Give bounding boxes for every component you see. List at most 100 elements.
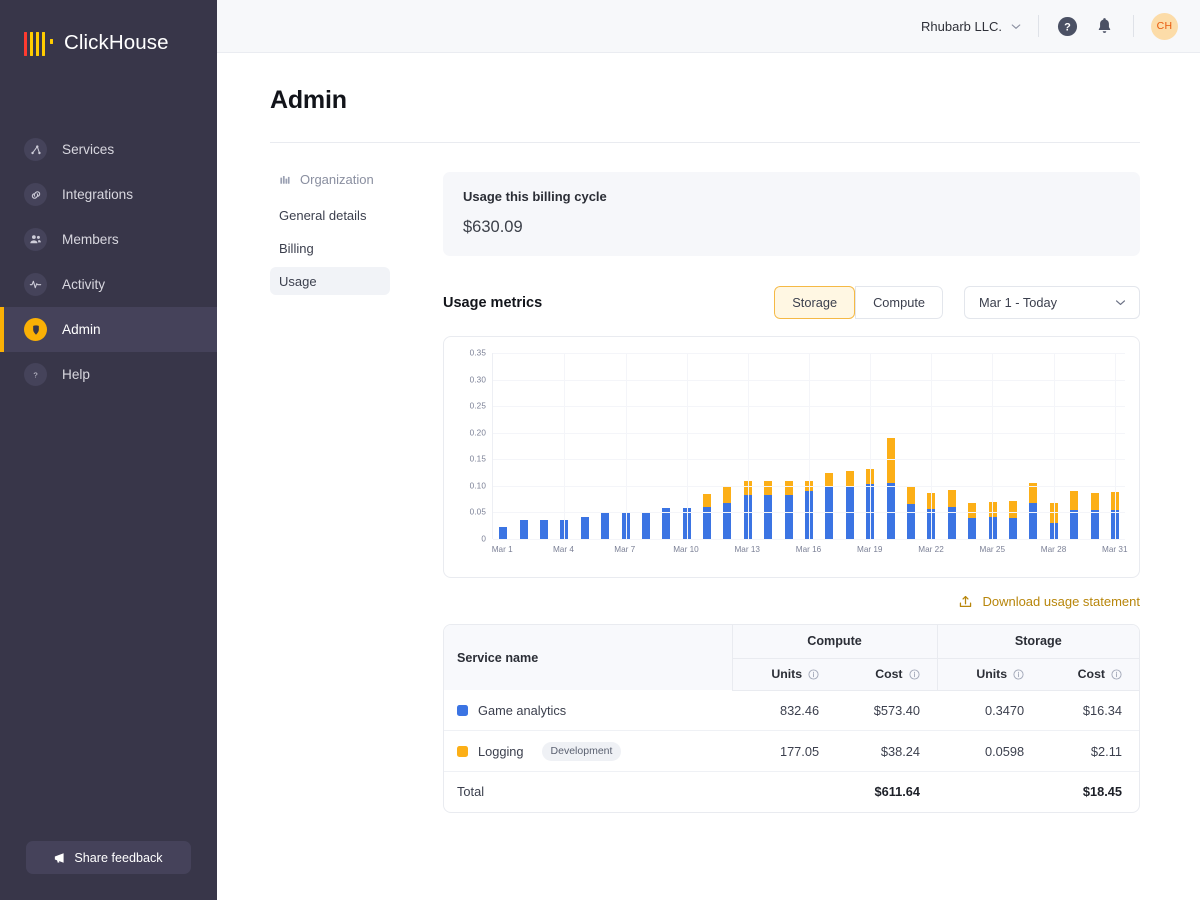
- chart-bar[interactable]: [580, 516, 589, 539]
- notifications-button[interactable]: [1093, 15, 1116, 38]
- info-circle-icon[interactable]: [1013, 668, 1024, 680]
- chart-bar[interactable]: [947, 489, 956, 539]
- org-selector[interactable]: Rhubarb LLC.: [921, 19, 1021, 34]
- chart-bar-slot[interactable]: [901, 353, 921, 539]
- chart-vgridline: [931, 353, 933, 539]
- chart-y-tick-label: 0.05: [469, 507, 486, 517]
- info-circle-icon[interactable]: [1111, 668, 1122, 680]
- chart-y-tick-label: 0.35: [469, 348, 486, 358]
- chart-bar-slot[interactable]: [778, 353, 798, 539]
- chart-bar[interactable]: [764, 480, 773, 539]
- td-storage-units: 0.0598: [937, 730, 1042, 772]
- chart-bar-slot[interactable]: [636, 353, 656, 539]
- chart-bar[interactable]: [886, 438, 895, 539]
- chart-bar[interactable]: [1008, 501, 1017, 539]
- chart-bar-slot[interactable]: [758, 353, 778, 539]
- metric-type-toggle: Storage Compute: [774, 286, 943, 319]
- clickhouse-logo-icon: [24, 30, 53, 56]
- chart-bar[interactable]: [601, 512, 610, 539]
- download-usage-statement-link[interactable]: Download usage statement: [958, 594, 1140, 609]
- chart-bar-slot[interactable]: [880, 353, 900, 539]
- date-range-select[interactable]: Mar 1 - Today: [964, 286, 1140, 319]
- chart-bar[interactable]: [539, 520, 548, 539]
- sidebar-item-activity[interactable]: Activity: [0, 262, 217, 307]
- chart-bar[interactable]: [1029, 482, 1038, 539]
- chart-inner: 0 0.05 0.10 0.15 0.20 0.25 0.30 0.35 Mar 1 Mar 4…: [454, 349, 1129, 569]
- members-people-icon: [24, 228, 47, 251]
- tab-storage[interactable]: Storage: [774, 286, 856, 319]
- chart-bar-slot[interactable]: [493, 353, 513, 539]
- chart-bar[interactable]: [825, 472, 834, 539]
- chart-bar-slot[interactable]: [513, 353, 533, 539]
- sidebar-item-services[interactable]: Services: [0, 127, 217, 172]
- chart-bar-segment-game-analytics: [784, 495, 793, 539]
- chart-gridline: [493, 539, 1125, 540]
- tab-compute[interactable]: Compute: [855, 286, 943, 319]
- th-label: Cost: [875, 667, 903, 681]
- chart-bar-slot[interactable]: [1084, 353, 1104, 539]
- page-title: Admin: [270, 86, 347, 114]
- chart-bar-slot[interactable]: [840, 353, 860, 539]
- sidebar-nav: Services Integrations Members Activity A…: [0, 127, 217, 397]
- chart-bar-segment-logging: [1090, 493, 1099, 510]
- topbar-divider-2: [1133, 15, 1134, 37]
- subnav-item-general-details[interactable]: General details: [270, 201, 390, 229]
- td-compute-units: 177.05: [732, 730, 837, 772]
- brand-logo[interactable]: ClickHouse: [0, 0, 217, 56]
- chart-bar-slot[interactable]: [697, 353, 717, 539]
- chart-bar[interactable]: [499, 527, 508, 539]
- chart-bar[interactable]: [641, 512, 650, 539]
- sidebar-item-admin[interactable]: Admin: [0, 307, 217, 352]
- sidebar-item-label: Services: [62, 142, 115, 157]
- subnav-section-label: Organization: [300, 172, 374, 187]
- chart-bar-slot[interactable]: [1003, 353, 1023, 539]
- th-storage-cost: Cost: [1041, 658, 1139, 691]
- body-columns: Organization General details Billing Usa…: [270, 143, 1140, 813]
- service-name-label: Game analytics: [478, 702, 567, 718]
- chart-bar-slot[interactable]: [1064, 353, 1084, 539]
- chart-bar-slot[interactable]: [595, 353, 615, 539]
- td-total-compute-units: [732, 772, 836, 812]
- main-area: Rhubarb LLC. ? CH Admin Organization Gen…: [217, 0, 1200, 900]
- chart-bar-slot[interactable]: [942, 353, 962, 539]
- th-storage-units: Units: [936, 658, 1042, 691]
- download-row: Download usage statement: [443, 594, 1140, 609]
- chart-x-tick-label: Mar 25: [979, 545, 1006, 554]
- chart-bar-segment-game-analytics: [723, 502, 732, 539]
- chart-bar[interactable]: [703, 493, 712, 539]
- sidebar-item-members[interactable]: Members: [0, 217, 217, 262]
- chart-bar-slot[interactable]: [1023, 353, 1043, 539]
- chart-bar[interactable]: [784, 480, 793, 539]
- chart-bar[interactable]: [519, 520, 528, 539]
- sidebar-item-label: Help: [62, 367, 90, 382]
- help-circle-button[interactable]: ?: [1056, 15, 1079, 38]
- chart-bar-slot[interactable]: [534, 353, 554, 539]
- chart-bar-slot[interactable]: [819, 353, 839, 539]
- chart-bar[interactable]: [1070, 491, 1079, 539]
- sidebar-item-integrations[interactable]: Integrations: [0, 172, 217, 217]
- chart-bar[interactable]: [968, 503, 977, 539]
- avatar[interactable]: CH: [1151, 12, 1178, 40]
- th-label: Units: [976, 667, 1008, 681]
- chart-x-tick-label: Mar 10: [673, 545, 699, 554]
- chart-bar[interactable]: [1090, 493, 1099, 539]
- info-circle-icon[interactable]: [808, 668, 819, 680]
- usage-table: Service name Compute Storage Units Cost …: [443, 624, 1140, 813]
- help-question-icon: ?: [24, 363, 47, 386]
- chart-bar-slot[interactable]: [717, 353, 737, 539]
- sidebar-item-label: Admin: [62, 322, 101, 337]
- subnav-item-usage[interactable]: Usage: [270, 267, 390, 295]
- chart-bar[interactable]: [845, 470, 854, 539]
- chart-bar-slot[interactable]: [575, 353, 595, 539]
- sidebar-item-help[interactable]: ? Help: [0, 352, 217, 397]
- subnav-item-billing[interactable]: Billing: [270, 234, 390, 262]
- share-feedback-button[interactable]: Share feedback: [26, 841, 191, 874]
- td-total-storage-units: [937, 772, 1041, 812]
- chart-bar-slot[interactable]: [656, 353, 676, 539]
- sidebar-item-label: Activity: [62, 277, 106, 292]
- info-circle-icon[interactable]: [908, 668, 920, 680]
- td-compute-units: 832.46: [732, 690, 837, 731]
- chart-bar-segment-game-analytics: [601, 512, 610, 539]
- chart-bar-slot[interactable]: [962, 353, 982, 539]
- series-color-swatch: [457, 745, 468, 757]
